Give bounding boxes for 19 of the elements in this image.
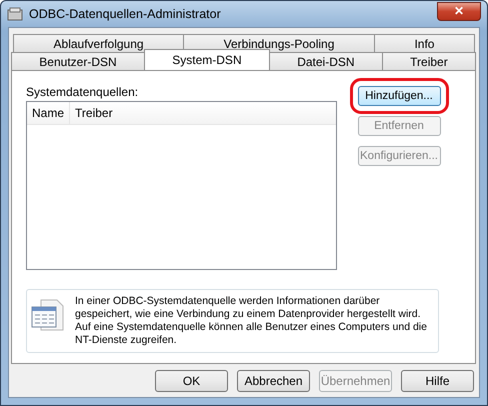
info-text: In einer ODBC-Systemdatenquelle werden Informationen darüber gespeichert, wie eine Verbindung zu einem Datenprovider hergestellt wird. Auf eine Systemdatenquelle können alle Benutzer eines Computers und die NT-Dienste zugreifen. [75,294,428,346]
list-label: Systemdatenquellen: [26,85,140,99]
tab[interactable]: Verbindungs-Pooling [183,34,375,52]
tab[interactable]: Ablaufverfolgung [13,34,184,52]
dialog-button[interactable]: Abbrechen [237,370,310,392]
column-header[interactable]: Name [27,102,70,124]
app-icon [7,7,23,21]
close-button[interactable]: ✕ [437,2,481,20]
tab[interactable]: System-DSN [144,49,270,70]
window-title: ODBC-Datenquellen-Administrator [29,7,222,21]
tab[interactable]: Info [374,34,475,52]
data-table-icon [31,298,65,332]
tab[interactable]: Treiber [382,52,476,70]
column-header[interactable]: Treiber [70,102,118,124]
data-source-list[interactable]: Name Treiber [26,101,337,270]
tab[interactable]: Datei-DSN [268,52,383,70]
dialog-button[interactable]: OK [155,370,228,392]
dialog-button[interactable]: Hilfe [401,370,474,392]
tab[interactable]: Benutzer-DSN [11,52,145,70]
